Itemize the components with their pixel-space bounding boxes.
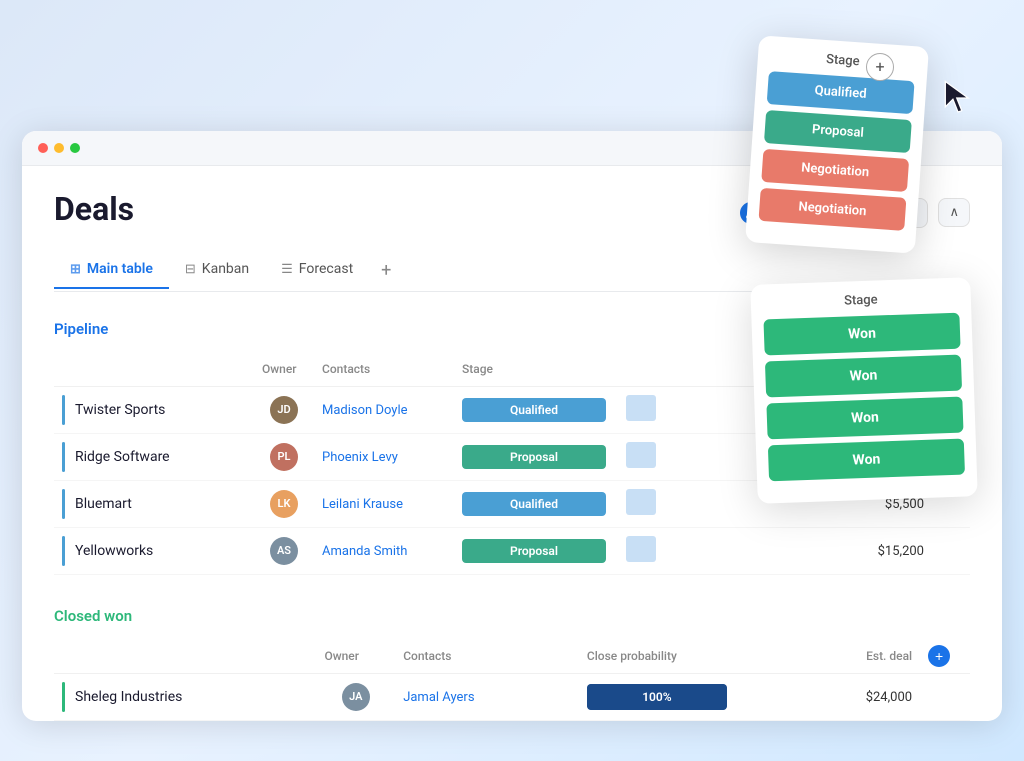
add-tab-button[interactable]: + [369, 250, 403, 291]
closed-won-owner-1: EW [316, 720, 395, 721]
tab-kanban[interactable]: ⊟ Kanban [169, 251, 265, 289]
closed-won-contact-0[interactable]: Jamal Ayers [395, 673, 579, 720]
pipeline-deal-name-2: Bluemart [54, 480, 254, 527]
stage-dropdown-header: Stage [770, 48, 917, 73]
tab-main-table[interactable]: ⊞ Main table [54, 251, 169, 289]
dot-red [38, 143, 48, 153]
tab-forecast[interactable]: ☰ Forecast [265, 251, 369, 289]
tab-forecast-label: Forecast [299, 261, 353, 277]
closed-won-section-label: Closed won [54, 603, 970, 629]
closed-won-row-add-0 [920, 673, 970, 720]
page-title: Deals [54, 190, 134, 228]
closed-won-prob-1: 100% [579, 720, 789, 721]
stage-option-negotiation-1[interactable]: Negotiation [761, 148, 909, 191]
pipeline-col-owner: Owner [254, 352, 314, 387]
closed-won-deal-name-1: Zift Records [54, 720, 316, 721]
pipeline-stage-1[interactable]: Proposal [454, 433, 614, 480]
won-dropdown-header: Stage [763, 289, 959, 311]
pipeline-row: Yellowworks AS Amanda Smith Proposal $15… [54, 527, 970, 574]
pipeline-col-name [54, 352, 254, 387]
pipeline-deal-name-3: Yellowworks [54, 527, 254, 574]
tab-main-table-label: Main table [87, 261, 153, 277]
tab-kanban-label: Kanban [202, 261, 249, 277]
stage-dropdown-card: Stage Qualified Proposal Negotiation Neg… [745, 35, 929, 253]
pipeline-row-add-3 [932, 527, 970, 574]
won-dropdown-card: Stage Won Won Won Won [750, 277, 978, 504]
add-column-button[interactable]: + [866, 53, 894, 81]
kanban-icon: ⊟ [185, 262, 196, 277]
closed-won-est-deal-0: $24,000 [789, 673, 920, 720]
closed-won-col-contacts: Contacts [395, 639, 579, 674]
closed-won-row: Sheleg Industries JA Jamal Ayers 100% $2… [54, 673, 970, 720]
pipeline-est-deal-3: $15,200 [832, 527, 932, 574]
pipeline-contact-1[interactable]: Phoenix Levy [314, 433, 454, 480]
stage-option-proposal[interactable]: Proposal [764, 109, 912, 152]
pipeline-contact-3[interactable]: Amanda Smith [314, 527, 454, 574]
won-option-1[interactable]: Won [763, 312, 960, 355]
closed-won-col-name [54, 639, 316, 674]
won-option-3[interactable]: Won [766, 396, 963, 439]
pipeline-stage-0[interactable]: Qualified [454, 386, 614, 433]
pipeline-deal-name-1: Ridge Software [54, 433, 254, 480]
won-option-4[interactable]: Won [768, 438, 965, 481]
outer-container: + Stage Qualified Proposal Negotiation N… [22, 41, 1002, 721]
main-table-icon: ⊞ [70, 262, 81, 277]
closed-won-deal-name-0: Sheleg Industries [54, 673, 316, 720]
closed-won-est-deal-1: $4,000 [789, 720, 920, 721]
closed-won-contact-1[interactable]: Elian Warren [395, 720, 579, 721]
collapse-button[interactable]: ∧ [938, 198, 970, 227]
pipeline-bar-3 [614, 527, 832, 574]
pipeline-owner-2: LK [254, 480, 314, 527]
won-option-2[interactable]: Won [765, 354, 962, 397]
closed-won-col-prob: Close probability [579, 639, 789, 674]
stage-option-qualified[interactable]: Qualified [767, 71, 915, 114]
pipeline-owner-1: PL [254, 433, 314, 480]
closed-won-col-owner: Owner [316, 639, 395, 674]
closed-won-table: Owner Contacts Close probability Est. de… [54, 639, 970, 721]
stage-option-negotiation-2[interactable]: Negotiation [758, 187, 906, 230]
pipeline-deal-name-0: Twister Sports [54, 386, 254, 433]
pipeline-col-stage: Stage [454, 352, 614, 387]
closed-won-owner-0: JA [316, 673, 395, 720]
pipeline-stage-2[interactable]: Qualified [454, 480, 614, 527]
closed-won-row: Zift Records EW Elian Warren 100% $4,000 [54, 720, 970, 721]
pipeline-owner-3: AS [254, 527, 314, 574]
dot-green [70, 143, 80, 153]
pipeline-contact-0[interactable]: Madison Doyle [314, 386, 454, 433]
pipeline-stage-3[interactable]: Proposal [454, 527, 614, 574]
dot-yellow [54, 143, 64, 153]
pipeline-contact-2[interactable]: Leilani Krause [314, 480, 454, 527]
closed-won-add-button[interactable]: + [928, 645, 950, 667]
closed-won-row-add-1 [920, 720, 970, 721]
pipeline-owner-0: JD [254, 386, 314, 433]
closed-won-prob-0: 100% [579, 673, 789, 720]
closed-won-col-est-deal: Est. deal [789, 639, 920, 674]
forecast-icon: ☰ [281, 262, 293, 277]
pipeline-col-contacts: Contacts [314, 352, 454, 387]
